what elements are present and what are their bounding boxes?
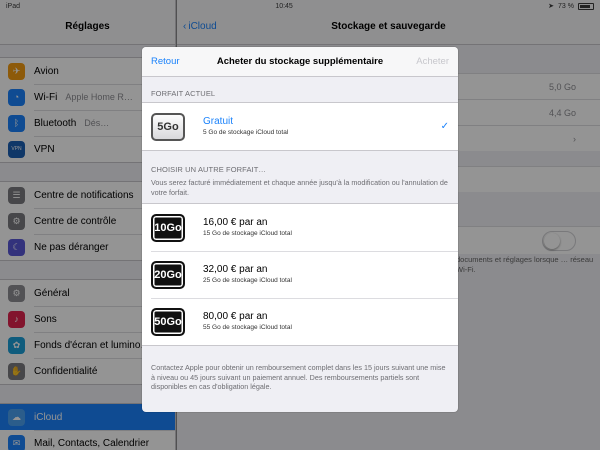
buy-button[interactable]: Acheter [416,56,449,67]
current-plan-header: Forfait actuel [151,89,216,98]
back-button[interactable]: Retour [151,56,180,67]
other-plan-header: Choisir un autre forfait… [151,165,267,174]
status-time: 10:45 [275,2,293,10]
plan-list: 10Go 16,00 € par an 15 Go de stockage iC… [142,203,458,346]
plan-row-20go[interactable]: 20Go 32,00 € par an 25 Go de stockage iC… [142,251,458,298]
location-icon: ➤ [548,3,555,10]
modal-nav-bar: Retour Acheter du stockage supplémentair… [142,47,458,77]
checkmark-icon: ✓ [440,121,449,132]
plan-sub: 25 Go de stockage iCloud total [203,277,292,284]
current-plan-group: 5Go Gratuit 5 Go de stockage iCloud tota… [142,102,458,151]
storage-5go-icon: 5Go [151,112,185,141]
battery-icon [577,2,594,10]
plan-price: 16,00 € par an [203,217,268,228]
status-right: ➤ 73 % [548,2,594,10]
other-plan-description: Vous serez facturé immédiatement et chaq… [151,178,448,197]
current-plan-row[interactable]: 5Go Gratuit 5 Go de stockage iCloud tota… [142,103,458,150]
modal-title: Acheter du stockage supplémentaire [216,56,384,67]
plan-price: 80,00 € par an [203,311,268,322]
plan-sub: 55 Go de stockage iCloud total [203,324,292,331]
storage-10go-icon: 10Go [151,213,185,242]
current-plan-sub: 5 Go de stockage iCloud total [203,129,289,136]
plan-sub: 15 Go de stockage iCloud total [203,230,292,237]
plan-row-10go[interactable]: 10Go 16,00 € par an 15 Go de stockage iC… [142,204,458,251]
status-bar: iPad 10:45 ➤ 73 % [0,0,600,12]
buy-storage-modal: Retour Acheter du stockage supplémentair… [142,47,458,412]
storage-50go-icon: 50Go [151,307,185,336]
refund-note: Contactez Apple pour obtenir un rembours… [151,363,446,391]
device-label: iPad [6,2,21,10]
storage-20go-icon: 20Go [151,260,185,289]
battery-percent: 73 % [558,2,574,10]
plan-row-50go[interactable]: 50Go 80,00 € par an 55 Go de stockage iC… [142,298,458,345]
plan-price: 32,00 € par an [203,264,268,275]
current-plan-name: Gratuit [203,116,234,127]
